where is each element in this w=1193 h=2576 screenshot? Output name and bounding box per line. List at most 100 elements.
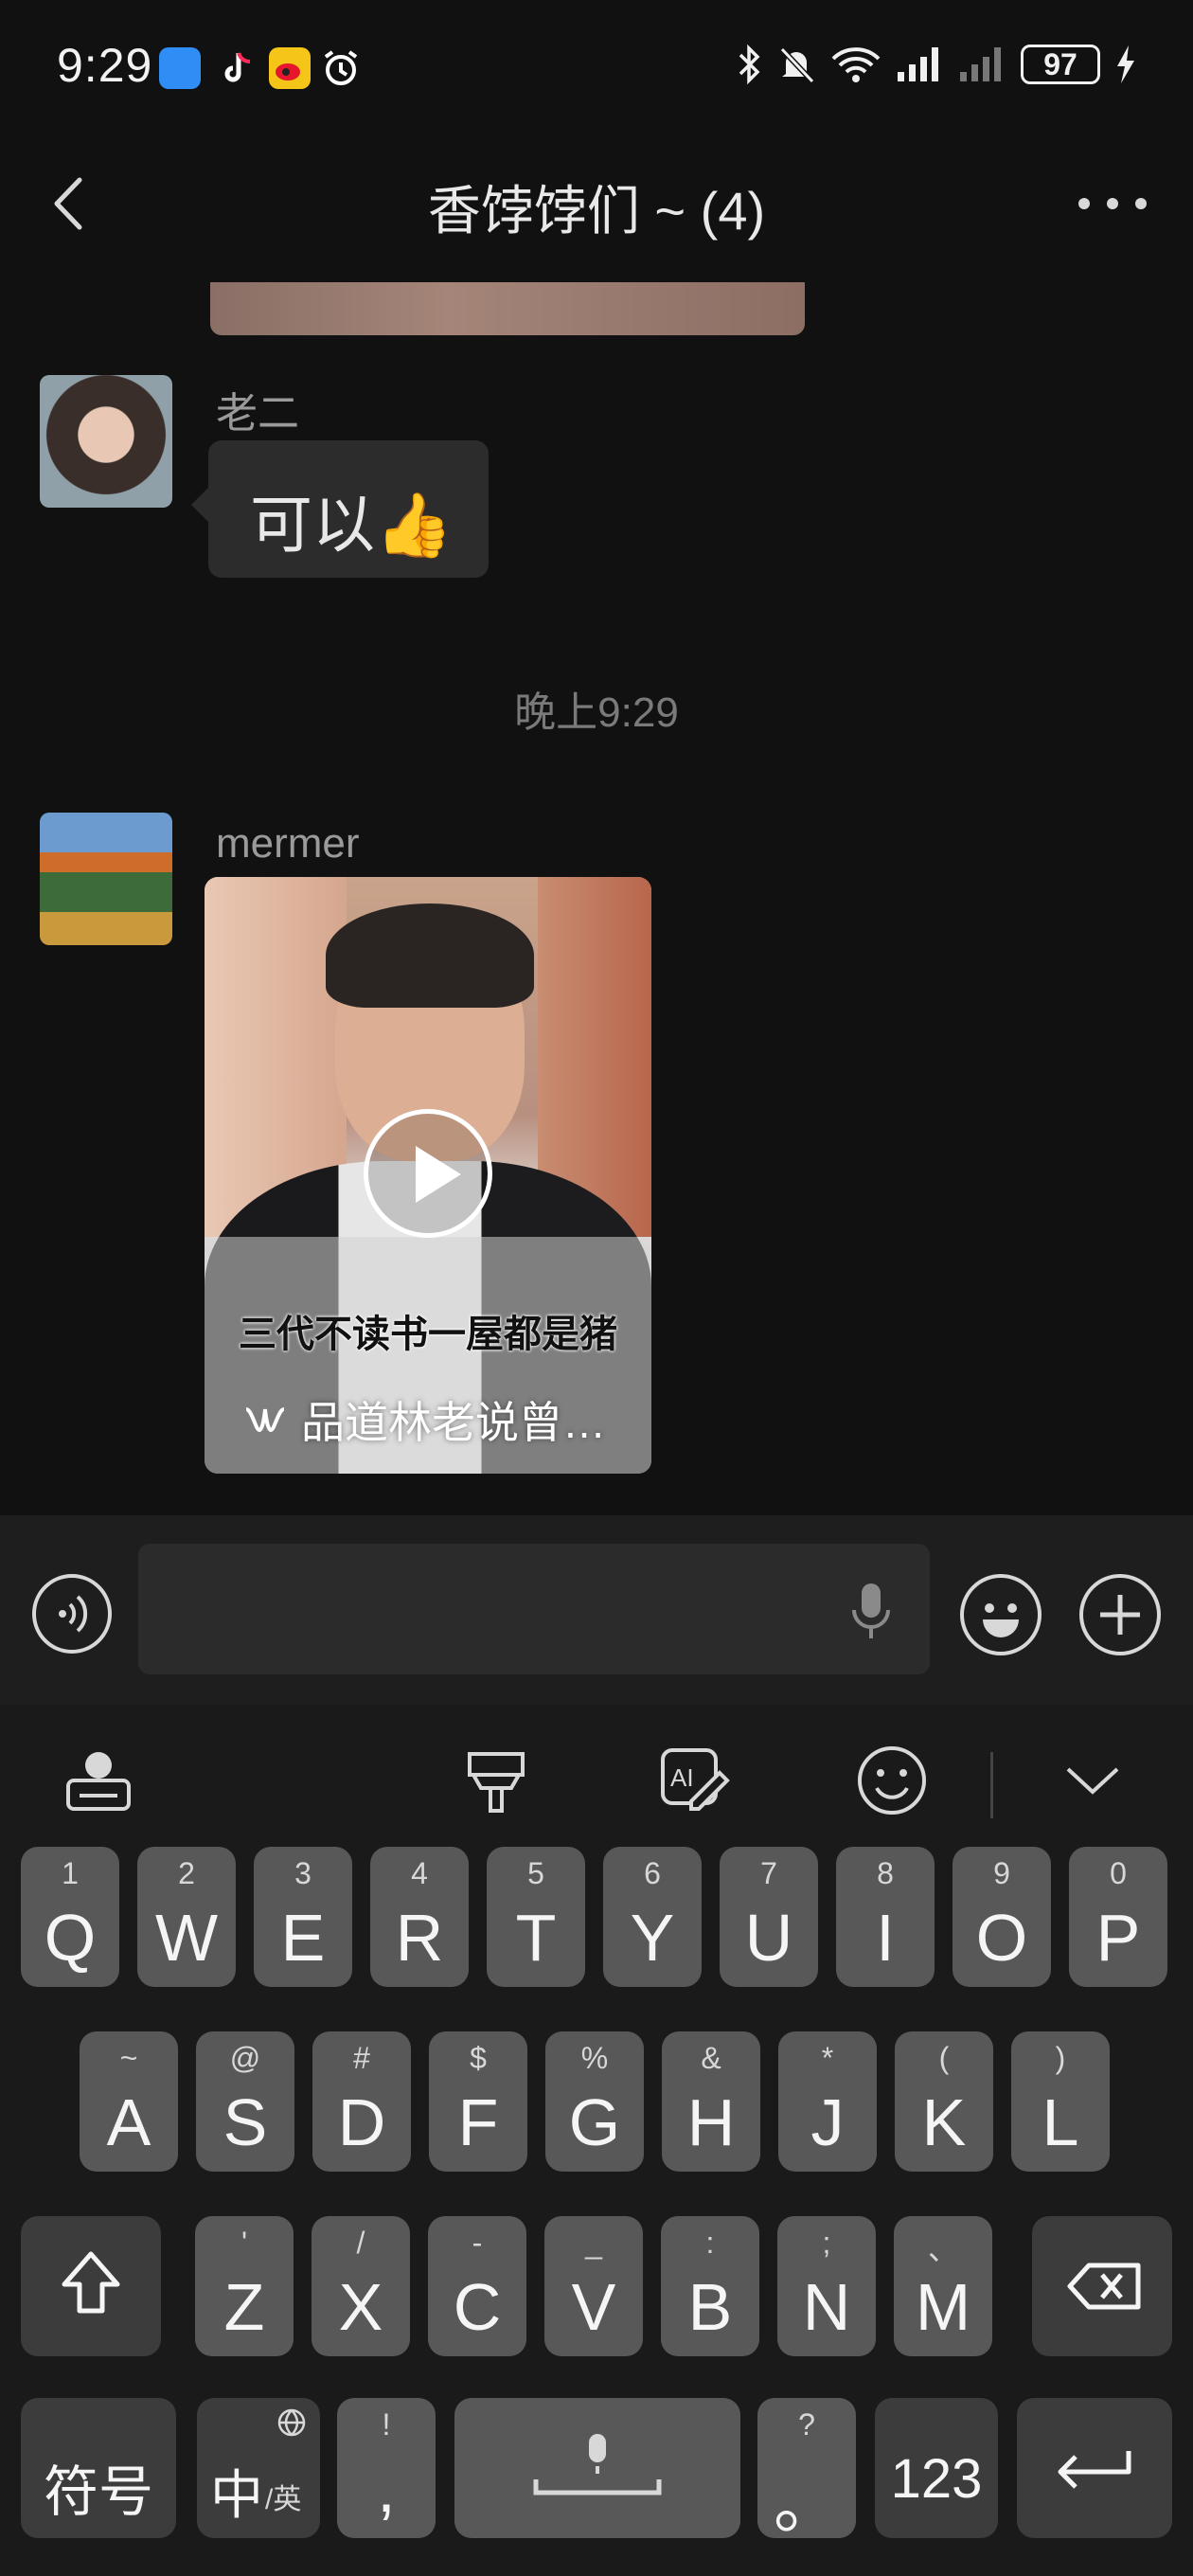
key-c[interactable]: -C — [428, 2216, 526, 2356]
backspace-icon — [1067, 2263, 1141, 2310]
message-text: 可以👍 — [250, 490, 454, 560]
key-x[interactable]: / X — [312, 2216, 410, 2356]
blue-app-icon — [159, 47, 201, 89]
more-options-button[interactable] — [1070, 170, 1155, 237]
emoji-button[interactable] — [960, 1574, 1042, 1655]
ai-write-icon[interactable]: AI — [657, 1743, 733, 1818]
keyboard-globe-icon[interactable] — [61, 1743, 136, 1818]
key-label: Y — [630, 1901, 675, 1975]
key-n[interactable]: ; N — [777, 2216, 876, 2356]
key-y[interactable]: 6Y — [603, 1847, 702, 1987]
key-label: W — [154, 1901, 219, 1975]
video-thumbnail-hair — [326, 903, 534, 1008]
key-f[interactable]: $ F — [429, 2031, 527, 2172]
key-q[interactable]: 1Q — [21, 1847, 119, 1987]
key-secondary-label: 5 — [527, 1856, 544, 1890]
brush-icon[interactable] — [458, 1743, 534, 1818]
key-u[interactable]: 7U — [720, 1847, 818, 1987]
shift-key[interactable] — [21, 2216, 161, 2356]
key-secondary-label: ; — [822, 2226, 831, 2260]
key-secondary-label: ~ — [119, 2041, 138, 2075]
key-label: P — [1095, 1901, 1141, 1975]
key-e[interactable]: 3E — [254, 1847, 352, 1987]
signal-icon — [898, 47, 938, 81]
svg-text:AI: AI — [670, 1763, 694, 1792]
key-p[interactable]: 0P — [1069, 1847, 1167, 1987]
sender-name: 老二 — [216, 390, 299, 437]
video-message-card[interactable]: 三代不读书一屋都是猪 品道林老说曾… — [205, 877, 651, 1474]
hide-keyboard-icon[interactable] — [1055, 1743, 1131, 1818]
key-v[interactable]: _ V — [544, 2216, 643, 2356]
previous-image-message[interactable] — [210, 282, 805, 335]
key-a[interactable]: ~ A — [80, 2031, 178, 2172]
enter-key[interactable] — [1017, 2398, 1172, 2538]
key-secondary-label: ' — [240, 2226, 248, 2260]
key-secondary-label: 1 — [62, 1856, 79, 1890]
key-label: I — [876, 1901, 895, 1975]
key-z[interactable]: ' Z — [195, 2216, 294, 2356]
key-o[interactable]: 9O — [953, 1847, 1051, 1987]
key-secondary-label: / — [356, 2226, 365, 2260]
microphone-icon[interactable] — [843, 1578, 899, 1644]
more-functions-button[interactable] — [1079, 1574, 1161, 1655]
key-secondary-label: $ — [470, 2041, 487, 2075]
key-secondary-label: 0 — [1110, 1856, 1127, 1890]
key-secondary-label: ( — [938, 2041, 950, 2075]
key-secondary-label: 4 — [411, 1856, 428, 1890]
avatar[interactable] — [40, 813, 172, 945]
comma-key[interactable]: ! , — [337, 2398, 436, 2538]
key-label: X — [338, 2270, 383, 2344]
status-indicators: 97 — [735, 44, 1136, 85]
key-secondary-label: 2 — [178, 1856, 195, 1890]
key-label: , — [377, 2452, 396, 2526]
key-h[interactable]: & H — [662, 2031, 760, 2172]
message-bubble[interactable]: 可以👍 — [191, 440, 489, 578]
play-icon[interactable] — [364, 1109, 492, 1238]
key-j[interactable]: * J — [778, 2031, 877, 2172]
key-label: N — [802, 2270, 851, 2344]
key-label: E — [280, 1901, 326, 1975]
numbers-key[interactable]: 123 — [875, 2398, 998, 2538]
key-l[interactable]: ) L — [1011, 2031, 1110, 2172]
key-s[interactable]: @ S — [196, 2031, 294, 2172]
numbers-key-label: 123 — [890, 2448, 983, 2510]
key-i[interactable]: 8I — [836, 1847, 935, 1987]
key-label: H — [686, 2085, 736, 2159]
language-sub-label: /英 — [265, 2484, 302, 2515]
input-bar — [0, 1515, 1193, 1705]
space-key[interactable] — [454, 2398, 740, 2538]
emoji-icon[interactable] — [854, 1743, 930, 1818]
key-secondary-label: ! — [382, 2407, 391, 2442]
mute-bell-icon — [779, 46, 815, 84]
backspace-key[interactable] — [1032, 2216, 1172, 2356]
key-label: K — [921, 2085, 967, 2159]
key-t[interactable]: 5T — [487, 1847, 585, 1987]
battery-indicator: 97 — [1021, 45, 1100, 84]
key-label: B — [687, 2270, 733, 2344]
message-input[interactable] — [138, 1544, 930, 1674]
keyboard: AI 1Q2W3E4R5T6Y7U8I9O0P ~ A @ S # D $ F% G & H * J(K… — [0, 1705, 1193, 2576]
key-secondary-label: * — [821, 2041, 834, 2075]
voice-mode-button[interactable] — [32, 1574, 112, 1654]
key-label: O — [975, 1901, 1028, 1975]
key-label: S — [223, 2085, 268, 2159]
period-key[interactable]: ? 。 — [757, 2398, 856, 2541]
space-mic-icon — [533, 2434, 662, 2496]
avatar[interactable] — [40, 375, 172, 508]
key-d[interactable]: # D — [312, 2031, 411, 2172]
weibo-icon — [269, 47, 311, 89]
language-switch-key[interactable]: 中 /英 — [197, 2398, 320, 2538]
video-source-label: 品道林老说曾… — [301, 1398, 606, 1447]
key-b[interactable]: :B — [661, 2216, 759, 2356]
wifi-icon — [831, 47, 881, 82]
symbols-key[interactable]: 符号 — [21, 2398, 176, 2538]
key-w[interactable]: 2W — [137, 1847, 236, 1987]
key-k[interactable]: (K — [895, 2031, 993, 2172]
key-m[interactable]: 、 M — [894, 2216, 992, 2356]
key-secondary-label: @ — [229, 2041, 261, 2075]
voice-wave-icon — [59, 1595, 88, 1633]
key-r[interactable]: 4R — [370, 1847, 469, 1987]
keyboard-toolbar: AI — [0, 1705, 1193, 1847]
key-g[interactable]: % G — [545, 2031, 644, 2172]
alarm-icon — [324, 50, 358, 85]
